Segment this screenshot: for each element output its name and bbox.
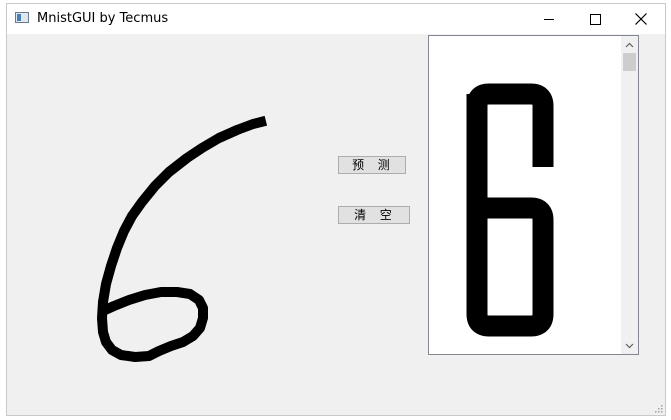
chevron-down-icon — [625, 343, 634, 348]
close-icon — [635, 13, 647, 25]
scroll-down-button[interactable] — [621, 337, 638, 354]
handwritten-digit-stroke — [97, 115, 268, 362]
scrollbar-thumb[interactable] — [623, 53, 636, 71]
main-window: MnistGUI by Tecmus 预 测 清 空 — [6, 3, 666, 416]
app-window-icon — [15, 12, 29, 23]
resize-grip-icon[interactable] — [653, 403, 663, 413]
drawing-canvas[interactable] — [7, 34, 337, 416]
predict-button[interactable]: 预 测 — [338, 156, 406, 174]
minimize-icon — [544, 19, 554, 20]
minimize-button[interactable] — [526, 4, 572, 34]
chevron-up-icon — [625, 42, 634, 47]
close-button[interactable] — [618, 4, 664, 34]
scroll-up-button[interactable] — [621, 36, 638, 53]
window-title: MnistGUI by Tecmus — [37, 11, 169, 26]
maximize-button[interactable] — [572, 4, 618, 34]
title-bar[interactable]: MnistGUI by Tecmus — [7, 4, 665, 34]
maximize-icon — [589, 13, 601, 25]
clear-button[interactable]: 清 空 — [338, 206, 410, 224]
vertical-scrollbar[interactable] — [621, 36, 638, 354]
prediction-display — [428, 35, 639, 355]
predicted-digit-glyph — [466, 83, 554, 337]
